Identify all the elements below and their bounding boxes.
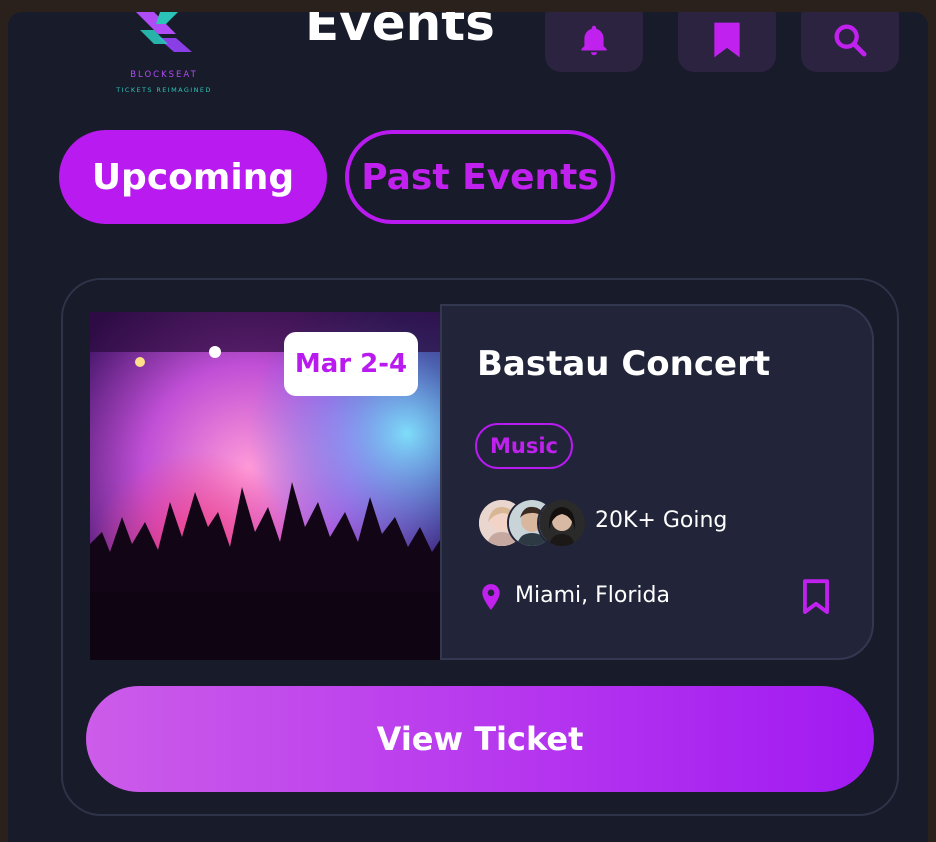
page-title: Events (305, 12, 495, 52)
search-icon (834, 24, 867, 57)
location-pin-icon (482, 584, 500, 610)
search-button[interactable] (801, 12, 899, 72)
view-ticket-button[interactable]: View Ticket (86, 686, 874, 792)
brand-name: BLOCKSEAT (130, 70, 198, 80)
attendee-avatars (477, 498, 587, 548)
events-screen: BLOCKSEAT TICKETS REIMAGINED Events Upco… (8, 12, 928, 842)
category-tag[interactable]: Music (475, 423, 573, 469)
saved-events-button[interactable] (678, 12, 776, 72)
attendees-count: 20K+ Going (595, 508, 728, 533)
blockseat-logo: BLOCKSEAT TICKETS REIMAGINED (108, 12, 220, 103)
bell-icon (581, 25, 607, 56)
event-location: Miami, Florida (515, 583, 670, 608)
logo-mark-icon (136, 12, 192, 52)
notifications-button[interactable] (545, 12, 643, 72)
brand-tagline: TICKETS REIMAGINED (116, 86, 212, 94)
event-date-badge: Mar 2-4 (284, 332, 418, 396)
tab-upcoming[interactable]: Upcoming (59, 130, 327, 224)
tab-past-events[interactable]: Past Events (345, 130, 615, 224)
event-title[interactable]: Bastau Concert (477, 344, 770, 384)
avatar (537, 498, 587, 548)
bookmark-outline-icon[interactable] (800, 578, 832, 616)
bookmark-icon (714, 22, 740, 58)
